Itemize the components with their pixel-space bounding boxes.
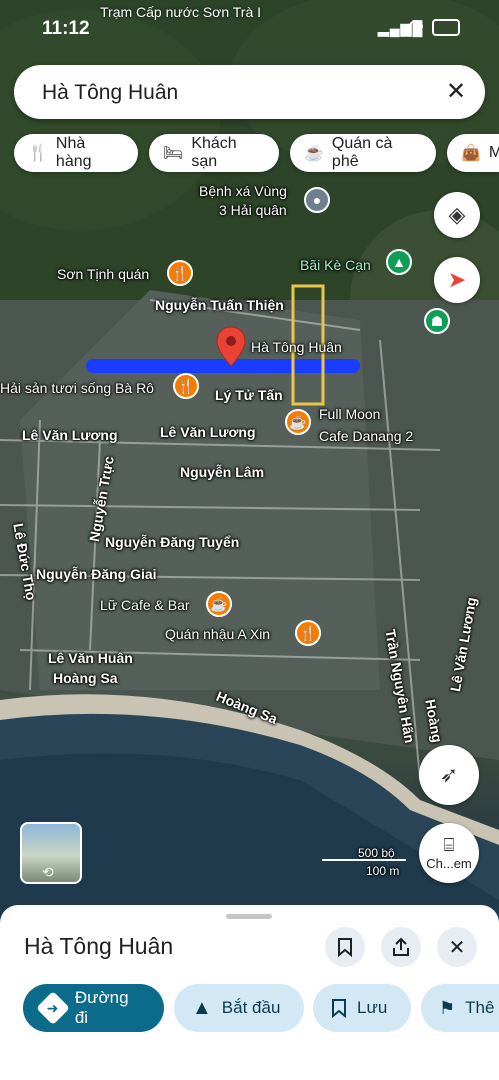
- wifi-icon: ◠: [408, 16, 424, 36]
- chip-label: Quán cà phê: [331, 135, 393, 170]
- poi-label: Sơn Tịnh quán: [57, 266, 150, 282]
- drag-handle[interactable]: [226, 914, 272, 919]
- bookmark-icon: [338, 938, 352, 957]
- location-pin-icon[interactable]: [216, 326, 246, 368]
- restaurant-poi-icon[interactable]: 🍴: [173, 373, 199, 399]
- battery-icon: [432, 19, 460, 36]
- clear-search-icon[interactable]: ✕: [446, 77, 466, 106]
- action-label: Thê: [465, 998, 495, 1017]
- action-label: Đường đi: [74, 988, 129, 1027]
- layers-icon: ◈: [448, 202, 466, 227]
- street-label: Nguyễn Lâm: [180, 464, 265, 480]
- street-label: Nguyễn Đăng Giai: [36, 566, 157, 582]
- scale-bar: 500 bộ 100 m: [322, 845, 406, 878]
- close-button[interactable]: ✕: [437, 927, 477, 967]
- hiking-poi-icon[interactable]: ☗: [424, 308, 450, 334]
- compass-icon: ➤: [447, 267, 467, 292]
- scale-line: [322, 859, 406, 861]
- street-label: Lý Tử Tấn: [215, 387, 283, 403]
- chip-hotels[interactable]: 🛏 Khách sạn: [149, 134, 279, 172]
- action-label: Lưu: [357, 998, 388, 1017]
- street-label: Nguyễn Đăng Tuyển: [105, 534, 240, 550]
- compass-button[interactable]: ➤: [434, 257, 480, 303]
- chip-cafes[interactable]: ☕ Quán cà phê: [290, 134, 436, 172]
- street-label: Lê Văn Lương: [22, 427, 118, 443]
- poi-label: Quán nhậu A Xin: [165, 626, 271, 642]
- restaurant-icon: 🍴: [28, 145, 48, 162]
- flag-icon: ⚑: [439, 997, 456, 1018]
- poi-label: Hải sản tươi sống Bà Rô: [0, 380, 154, 396]
- poi-label: Bệnh xá Vùng: [199, 183, 287, 199]
- poi-label: Lữ Cafe & Bar: [100, 597, 190, 613]
- save-button[interactable]: Lưu: [313, 984, 411, 1032]
- start-button[interactable]: ▲ Bắt đầu: [174, 984, 304, 1032]
- chip-shopping[interactable]: 👜 M: [447, 134, 499, 172]
- chip-label: M: [488, 144, 499, 161]
- scale-bottom: 100 m: [366, 864, 400, 878]
- directions-icon: ➜: [36, 991, 70, 1025]
- street-label: Hoàng Sa: [53, 670, 118, 686]
- status-location-title: Trạm Cấp nước Sơn Trà I: [100, 4, 262, 20]
- chip-restaurants[interactable]: 🍴 Nhà hàng: [14, 134, 138, 172]
- poi-label: Full Moon: [319, 406, 381, 422]
- poi-label: 3 Hải quân: [219, 202, 287, 218]
- shopping-icon: 👜: [461, 145, 481, 162]
- share-icon: [393, 937, 409, 956]
- chip-label: Khách sạn: [191, 135, 237, 170]
- status-bar: 11:12 Trạm Cấp nước Sơn Trà I ▂▄▆█ ◠: [0, 0, 499, 56]
- coffee-icon: ☕: [304, 145, 324, 162]
- street-label: Lê Văn Lương: [160, 424, 256, 440]
- search-input[interactable]: Hà Tông Huân: [42, 81, 178, 105]
- restaurant-poi-icon[interactable]: 🍴: [167, 260, 193, 286]
- explore-button[interactable]: ⌸ Ch...em: [419, 823, 479, 883]
- cafe-poi-icon[interactable]: ☕: [285, 409, 311, 435]
- poi-label: Cafe Danang 2: [319, 428, 414, 444]
- street-view-thumbnail[interactable]: ⟲: [20, 822, 82, 884]
- restaurant-poi-icon[interactable]: 🍴: [295, 620, 321, 646]
- navigation-arrow-icon: ▲: [192, 996, 212, 1019]
- street-label: Nguyễn Tuấn Thiện: [155, 297, 284, 313]
- beach-poi-icon[interactable]: ▲: [386, 249, 412, 275]
- explore-label: Ch...em: [426, 856, 472, 871]
- hospital-poi-icon[interactable]: ●: [304, 187, 330, 213]
- place-title: Hà Tông Huân: [24, 933, 174, 959]
- share-button[interactable]: [381, 927, 421, 967]
- poi-label: Bãi Kè Cạn: [300, 257, 371, 273]
- hotel-icon: 🛏: [163, 145, 184, 162]
- camera-search-icon: ⌸: [443, 835, 455, 855]
- label-button[interactable]: ⚑ Thê: [421, 984, 499, 1032]
- cafe-poi-icon[interactable]: ☕: [206, 591, 232, 617]
- bookmark-icon: [332, 999, 346, 1018]
- street-label: Lê Văn Huân: [48, 650, 133, 666]
- action-label: Bắt đầu: [221, 998, 281, 1017]
- location-arrow-icon: ➶: [439, 762, 459, 787]
- save-icon-button[interactable]: [325, 927, 365, 967]
- close-icon: ✕: [448, 936, 466, 959]
- my-location-button[interactable]: ➶: [419, 745, 479, 805]
- street-view-icon: ⟲: [42, 864, 54, 880]
- search-bar[interactable]: Hà Tông Huân ✕: [14, 65, 485, 119]
- chip-label: Nhà hàng: [55, 135, 92, 170]
- directions-button[interactable]: ➜ Đường đi: [23, 984, 164, 1032]
- pin-label: Hà Tông Huân: [251, 339, 342, 355]
- layers-button[interactable]: ◈: [434, 192, 480, 238]
- status-time: 11:12: [42, 18, 90, 39]
